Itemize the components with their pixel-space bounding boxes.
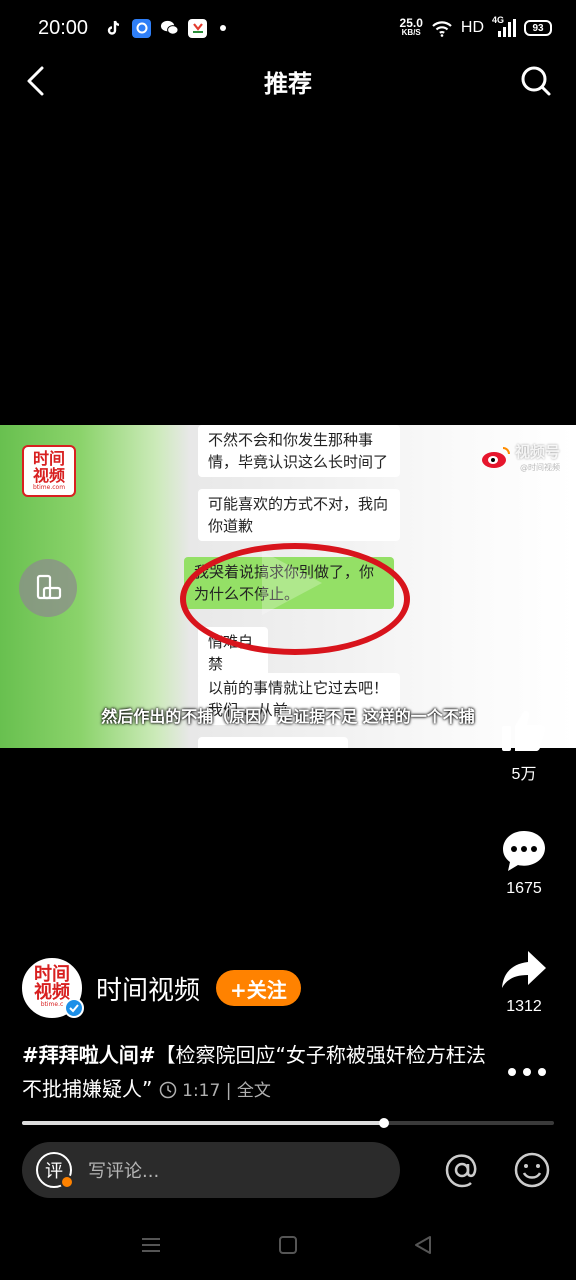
share-icon: [502, 951, 546, 988]
chat-message: 不然不会和你发生那种事情，毕竟认识这么长时间了: [198, 425, 400, 477]
top-header: 推荐: [0, 56, 576, 106]
progress-fill: [22, 1121, 384, 1125]
rotate-screen-icon: [36, 574, 62, 600]
comment-write-icon: 评: [36, 1152, 74, 1189]
clock-icon: [159, 1081, 176, 1099]
hashtag[interactable]: #拜拜啦人间#: [22, 1043, 156, 1067]
play-icon: [262, 551, 322, 615]
like-count: 5万: [511, 766, 537, 783]
status-bar: 20:00 25.0 KB/S HD 4G 93: [0, 0, 576, 56]
notification-icons: [104, 18, 227, 38]
back-icon[interactable]: [20, 62, 56, 100]
like-button[interactable]: 5万: [496, 708, 552, 784]
weibo-watermark: 视频号 @时间视频: [481, 441, 560, 473]
share-count: 1312: [506, 998, 542, 1015]
comment-count: 1675: [506, 880, 542, 897]
home-icon[interactable]: [277, 1234, 299, 1256]
search-icon[interactable]: [518, 62, 554, 100]
caption-meta: 1:17 | 全文: [159, 1081, 271, 1101]
network-type: HD: [460, 19, 484, 36]
video-progress[interactable]: [22, 1118, 554, 1128]
comment-icon: [503, 831, 545, 871]
brand-logo: 时间 视频 btime.com: [22, 445, 76, 497]
author-row: 时间 视频 btime.c 时间视频 +关注: [22, 958, 301, 1018]
shopping-app-icon: [188, 18, 208, 38]
share-button[interactable]: 1312: [496, 948, 552, 1016]
tiktok-icon: [104, 19, 123, 38]
author-name[interactable]: 时间视频: [96, 970, 200, 1007]
rotate-screen-button[interactable]: [19, 559, 77, 617]
status-time: 20:00: [38, 16, 89, 39]
emoji-icon[interactable]: [512, 1150, 552, 1190]
chat-message: 可能喜欢的方式不对，我向你道歉: [198, 489, 400, 541]
comment-input[interactable]: 评 写评论...: [22, 1142, 400, 1198]
follow-button[interactable]: +关注: [216, 970, 301, 1006]
avatar[interactable]: 时间 视频 btime.c: [22, 958, 84, 1018]
verified-icon: [64, 998, 84, 1018]
signal-icon: 4G: [492, 15, 516, 38]
net-speed: 25.0 KB/S: [399, 16, 423, 37]
back-nav-icon[interactable]: [412, 1234, 434, 1256]
more-icon[interactable]: [508, 1068, 546, 1076]
comment-placeholder: 写评论...: [88, 1161, 160, 1182]
video-player[interactable]: 不然不会和你发生那种事情，毕竟认识这么长时间了 可能喜欢的方式不对，我向你道歉 …: [0, 425, 576, 748]
at-icon[interactable]: [442, 1150, 482, 1190]
wifi-icon: [432, 21, 452, 37]
like-icon: [502, 710, 546, 751]
page-title: 推荐: [264, 69, 312, 98]
chat-message: … … …: [198, 737, 348, 748]
menu-icon[interactable]: [140, 1234, 162, 1256]
wechat-icon: [160, 19, 179, 38]
comment-button[interactable]: 1675: [496, 828, 552, 898]
more-notifications-dot: [220, 25, 227, 31]
battery-icon: 93: [524, 20, 552, 36]
weibo-icon: [481, 447, 510, 468]
system-status: 25.0 KB/S HD 4G 93: [399, 15, 552, 38]
progress-handle[interactable]: [378, 1118, 389, 1128]
full-text-link[interactable]: 全文: [237, 1081, 271, 1101]
video-caption[interactable]: #拜拜啦人间#【检察院回应“女子称被强奸检方枉法不批捕嫌疑人” 1:17 | 全…: [22, 1038, 492, 1108]
video-duration: 1:17: [182, 1081, 221, 1101]
browser-icon: [132, 18, 152, 38]
system-nav-bar: [0, 1228, 576, 1264]
video-subtitle: 然后作出的不捕（原因）是证据不足 这样的一个不捕: [101, 707, 475, 726]
